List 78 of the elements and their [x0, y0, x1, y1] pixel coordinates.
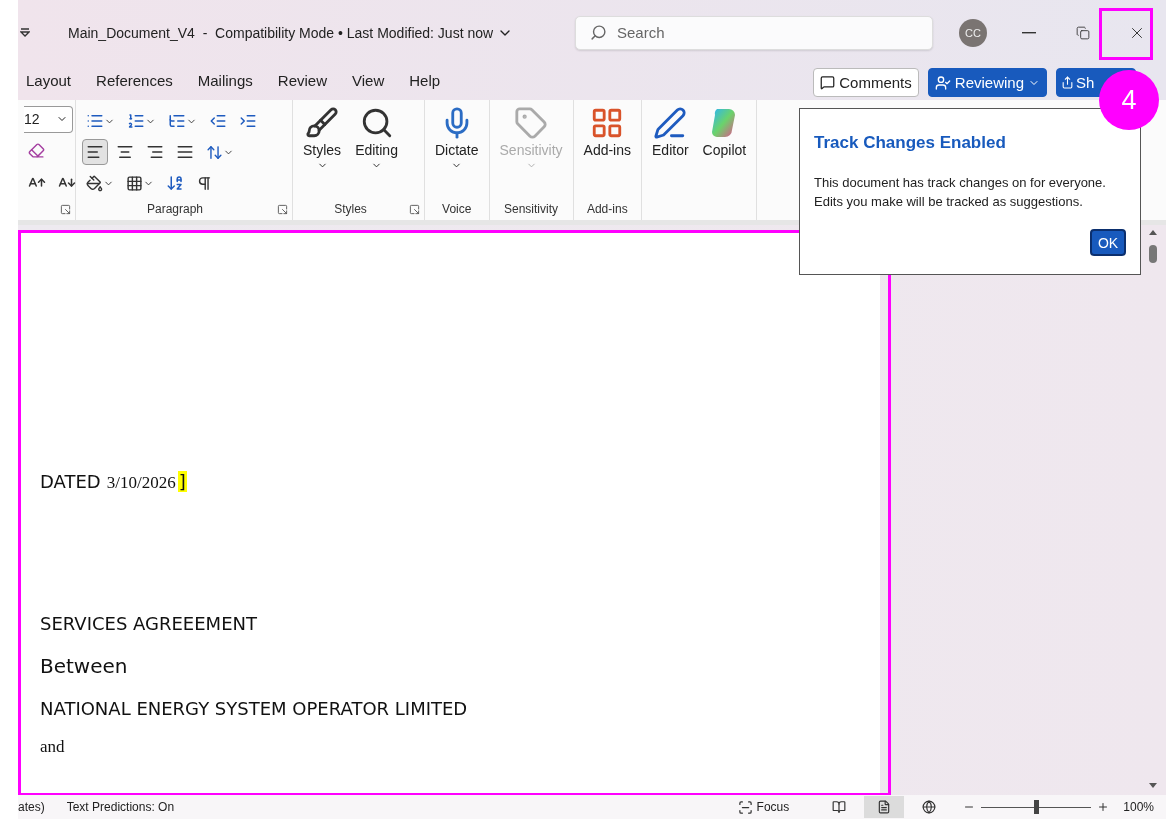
menu-tab[interactable]: References	[96, 71, 173, 94]
share-icon	[1061, 76, 1074, 89]
popup-message: Edits you make will be tracked as suggestions.	[814, 193, 1083, 211]
justify-icon	[176, 143, 194, 161]
menu-tab[interactable]: Help	[409, 71, 441, 94]
group-label: Styles	[334, 201, 367, 218]
zoom-percent: 100%	[1123, 800, 1154, 814]
menu-tab[interactable]: Mailings	[197, 71, 253, 94]
brush-icon	[305, 106, 340, 140]
document-text: 3/10/2026	[106, 473, 176, 493]
zoom-thumb[interactable]	[1034, 800, 1040, 814]
line-spacing-icon	[206, 143, 223, 161]
paint-bucket-icon	[86, 174, 103, 192]
tag-icon	[514, 106, 549, 140]
ok-button[interactable]: OK	[1090, 229, 1126, 256]
font-size-value: 12	[24, 111, 40, 127]
highlighted-text: ]	[177, 471, 187, 492]
alignment-button[interactable]	[82, 139, 108, 165]
document-text: NATIONAL ENERGY SYSTEM OPERATOR LIMITED	[40, 698, 468, 719]
focus-icon	[737, 799, 753, 815]
group-label: Add-ins	[586, 201, 628, 218]
indent-icon	[239, 112, 257, 130]
launcher-icon[interactable]	[60, 204, 71, 215]
group-label: Sensitivity	[504, 201, 559, 218]
document-text: SERVICES AGREEEMENT	[40, 613, 257, 634]
globe-icon	[922, 800, 937, 814]
reviewer-icon	[934, 74, 951, 91]
book-icon	[832, 800, 847, 814]
focus-button[interactable]: Focus	[756, 800, 790, 814]
restore-icon	[1076, 25, 1090, 40]
pilcrow-icon	[196, 174, 213, 192]
launcher-icon[interactable]	[408, 204, 420, 215]
search-icon	[590, 24, 607, 41]
minimize-icon	[1022, 31, 1036, 34]
menu-tab[interactable]: Review	[277, 71, 327, 94]
font-size-field[interactable]: 12	[24, 105, 73, 133]
view-button[interactable]	[864, 796, 905, 818]
document-text: and	[40, 737, 65, 757]
launcher-icon[interactable]	[277, 204, 288, 215]
zoom-in-icon[interactable]	[1097, 801, 1110, 813]
eraser-icon	[28, 141, 45, 159]
reviewing-button[interactable]: Reviewing	[927, 68, 1047, 97]
document-page[interactable]: DATED 3/10/2026 ] SERVICES AGREEEMENT Between NATIONAL ENERGY SYSTEM OPERATOR LIMITED and	[18, 233, 880, 795]
menu-tab[interactable]: Layout	[26, 71, 72, 94]
customize-icon[interactable]	[20, 28, 30, 37]
search-placeholder: Search	[617, 24, 665, 41]
multilevel-list-icon	[168, 112, 186, 130]
document-text: Between	[40, 654, 128, 678]
comments-button[interactable]: Comments	[813, 68, 919, 97]
popup-title: Track Changes Enabled	[814, 133, 1006, 153]
group-label: Voice	[442, 201, 472, 218]
styles-button[interactable]: Styles	[299, 104, 346, 200]
align-left-icon	[86, 143, 104, 161]
status-text: ates)	[18, 800, 45, 814]
copilot-button[interactable]: Copilot	[698, 104, 751, 200]
bullet-list-icon	[86, 112, 104, 130]
popup-message: This document has track changes on for everyone.	[814, 174, 1106, 192]
window-title[interactable]: Main_Document_V4 - Compatibility Mode • Last Modified: Just now	[68, 24, 538, 41]
status-text: Text Predictions: On	[66, 800, 175, 814]
group-label: Paragraph	[146, 201, 203, 218]
user-avatar[interactable]: CC	[959, 18, 987, 47]
document-text: DATED	[40, 471, 101, 492]
outdent-icon	[209, 112, 227, 130]
addins-button[interactable]: Add-ins	[579, 104, 635, 200]
dictate-button[interactable]: Dictate	[430, 104, 483, 200]
editing-button[interactable]: Editing	[351, 104, 402, 200]
pen-icon	[653, 106, 688, 140]
menu-tab[interactable]: View	[352, 71, 385, 94]
align-right-icon	[146, 143, 164, 161]
numbered-list-icon	[127, 112, 145, 130]
align-center-icon	[116, 143, 134, 161]
search-field[interactable]: Search	[575, 15, 933, 50]
highlight-frame	[1099, 8, 1153, 60]
editor-button[interactable]: Editor	[648, 104, 693, 200]
page-icon	[877, 800, 892, 814]
borders-icon	[126, 174, 143, 192]
sort-icon	[166, 174, 184, 192]
comment-icon	[820, 75, 836, 90]
